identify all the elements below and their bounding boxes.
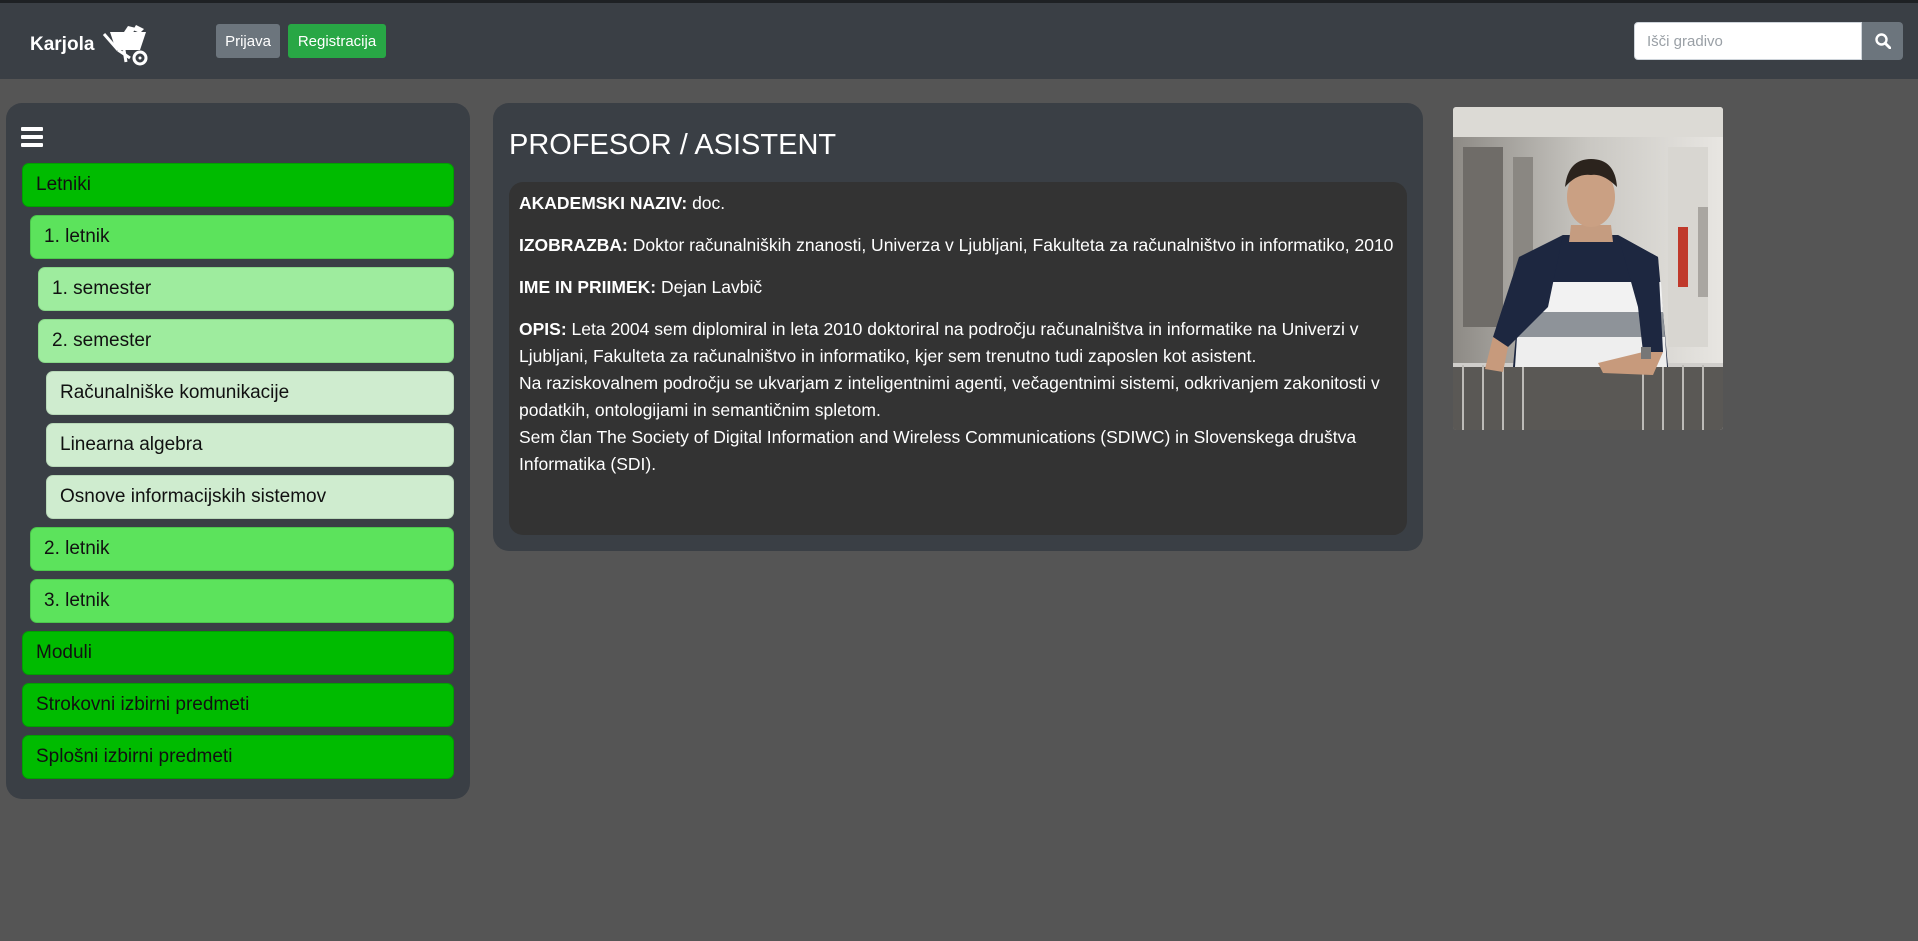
- sidebar-item-1-semester[interactable]: 1. semester: [38, 267, 454, 311]
- sidebar-item-moduli[interactable]: Moduli: [22, 631, 454, 675]
- login-button[interactable]: Prijava: [216, 24, 280, 58]
- education-value: Doktor računalniških znanosti, Univerza …: [632, 235, 1394, 255]
- page-title: PROFESOR / ASISTENT: [509, 129, 837, 161]
- sidebar-item-1-letnik[interactable]: 1. letnik: [30, 215, 454, 259]
- sidebar-item-2-letnik[interactable]: 2. letnik: [30, 527, 454, 571]
- sidebar-item-strokovni-izbirni[interactable]: Strokovni izbirni predmeti: [22, 683, 454, 727]
- description-line: Sem član The Society of Digital Informat…: [519, 427, 1357, 474]
- education-row: IZOBRAZBA: Doktor računalniških znanosti…: [519, 232, 1397, 259]
- name-value: Dejan Lavbič: [660, 277, 763, 297]
- description-line: Leta 2004 sem diplomiral in leta 2010 do…: [519, 319, 1359, 366]
- brand-name[interactable]: Karjola: [30, 34, 94, 56]
- academic-title-row: AKADEMSKI NAZIV: doc.: [519, 190, 1397, 217]
- description-line: Na raziskovalnem področju se ukvarjam z …: [519, 373, 1380, 420]
- profile-card: PROFESOR / ASISTENT AKADEMSKI NAZIV: doc…: [493, 103, 1423, 551]
- search-input[interactable]: [1634, 22, 1862, 60]
- description-label: OPIS:: [519, 319, 567, 339]
- sidebar-item-racunalniske-komunikacije[interactable]: Računalniške komunikacije: [46, 371, 454, 415]
- hamburger-icon[interactable]: [21, 127, 43, 147]
- profile-photo: [1453, 107, 1723, 430]
- name-label: IME IN PRIIMEK:: [519, 277, 657, 297]
- description-row: OPIS: Leta 2004 sem diplomiral in leta 2…: [519, 316, 1397, 478]
- sidebar-item-osnove-informacijskih-sistemov[interactable]: Osnove informacijskih sistemov: [46, 475, 454, 519]
- name-row: IME IN PRIIMEK: Dejan Lavbič: [519, 274, 1397, 301]
- sidebar-item-linearna-algebra[interactable]: Linearna algebra: [46, 423, 454, 467]
- profile-info: AKADEMSKI NAZIV: doc. IZOBRAZBA: Doktor …: [509, 182, 1407, 535]
- sidebar-item-splosni-izbirni[interactable]: Splošni izbirni predmeti: [22, 735, 454, 779]
- academic-title-label: AKADEMSKI NAZIV:: [519, 193, 688, 213]
- sidebar-item-3-letnik[interactable]: 3. letnik: [30, 579, 454, 623]
- sidebar-item-2-semester[interactable]: 2. semester: [38, 319, 454, 363]
- education-label: IZOBRAZBA:: [519, 235, 628, 255]
- search-button[interactable]: [1862, 22, 1903, 60]
- academic-title-value: doc.: [692, 193, 726, 213]
- search-icon: [1874, 33, 1891, 49]
- register-button[interactable]: Registracija: [288, 24, 386, 58]
- sidebar: Letniki 1. letnik 1. semester 2. semeste…: [6, 103, 470, 799]
- navbar: Karjola Prijava Registracija: [0, 3, 1918, 79]
- brand[interactable]: Karjola: [30, 24, 152, 66]
- wheelbarrow-logo-icon: [103, 25, 148, 66]
- sidebar-item-letniki[interactable]: Letniki: [22, 163, 454, 207]
